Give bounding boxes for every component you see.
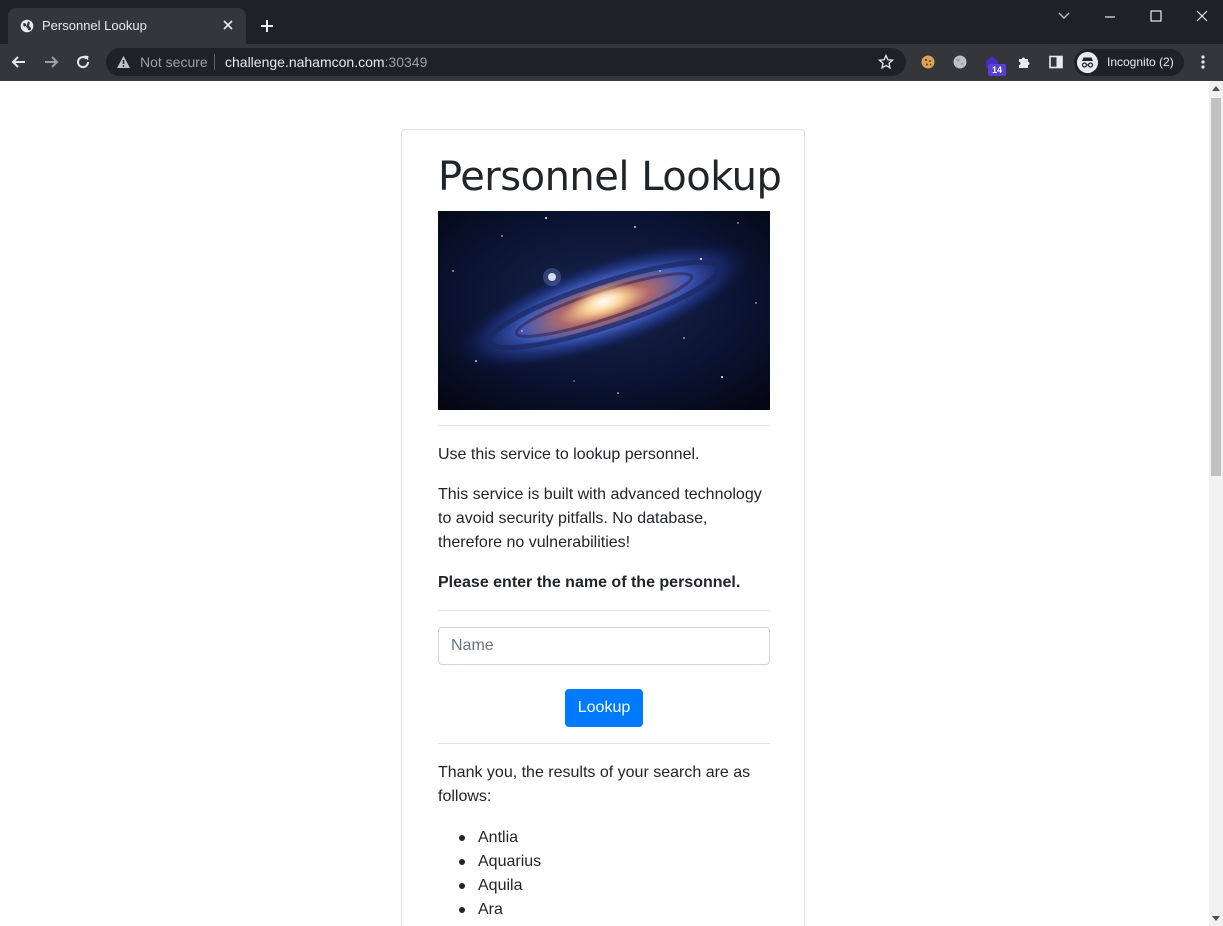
list-item: Antlia <box>438 826 770 850</box>
url-port: :30349 <box>384 54 428 70</box>
prompt-text: Please enter the name of the personnel. <box>438 574 741 591</box>
result-name: Aquila <box>478 877 523 894</box>
profile-label: Incognito (2) <box>1107 55 1174 69</box>
url-text[interactable]: challenge.nahamcon.com:30349 <box>225 54 427 70</box>
name-input[interactable] <box>438 627 770 665</box>
omnibox-divider <box>214 54 215 70</box>
scroll-up-arrow[interactable] <box>1212 86 1220 91</box>
warning-icon[interactable] <box>116 55 131 69</box>
page-viewport: Personnel Lookup Use this service to loo… <box>0 81 1209 926</box>
reload-icon[interactable] <box>74 53 92 71</box>
extension-badge: 14 <box>988 64 1006 76</box>
divider <box>438 743 770 744</box>
list-item: Ara <box>438 898 770 922</box>
page-title: Personnel Lookup <box>438 154 782 200</box>
intro-text: Use this service to lookup personnel. <box>438 446 700 463</box>
bullet <box>459 859 465 865</box>
lookup-card: Personnel Lookup Use this service to loo… <box>401 129 805 926</box>
result-name: Aquarius <box>478 853 542 870</box>
results-list: Antlia Aquarius Aquila Ara <box>438 826 770 922</box>
galaxy-image <box>438 211 770 410</box>
tab-title: Personnel Lookup <box>42 18 147 33</box>
divider <box>438 610 770 611</box>
minimize-icon[interactable] <box>1102 9 1118 25</box>
window-close-icon[interactable] <box>1194 8 1210 24</box>
globe-icon <box>20 19 34 33</box>
scrollbar-thumb[interactable] <box>1211 98 1221 476</box>
security-status[interactable]: Not secure <box>140 54 208 70</box>
back-arrow-icon[interactable] <box>10 53 28 71</box>
tab-strip: Personnel Lookup <box>0 0 1223 44</box>
browser-toolbar: Not secure challenge.nahamcon.com:30349 … <box>0 44 1223 81</box>
list-item: Aquila <box>438 874 770 898</box>
side-panel-icon[interactable] <box>1048 54 1064 70</box>
results-intro: Thank you, the results of your search ar… <box>438 764 751 805</box>
close-icon[interactable] <box>220 17 236 33</box>
scroll-down-arrow[interactable] <box>1212 916 1220 921</box>
bullet <box>459 907 465 913</box>
url-host: challenge.nahamcon.com <box>225 54 385 70</box>
profile-button[interactable]: Incognito (2) <box>1074 49 1184 76</box>
star-icon[interactable] <box>878 54 894 70</box>
moon-icon[interactable] <box>952 54 968 70</box>
result-name: Ara <box>478 901 503 918</box>
list-item: Aquarius <box>438 850 770 874</box>
result-name: Antlia <box>478 829 519 846</box>
puzzle-icon[interactable] <box>1016 54 1032 70</box>
divider <box>438 425 770 426</box>
incognito-icon <box>1077 52 1098 73</box>
description-text: This service is built with advanced tech… <box>438 486 762 551</box>
browser-tab[interactable]: Personnel Lookup <box>8 8 246 44</box>
address-bar[interactable]: Not secure challenge.nahamcon.com:30349 <box>106 48 906 76</box>
chevron-down-icon[interactable] <box>1056 9 1072 23</box>
bullet <box>459 883 465 889</box>
cookie-icon[interactable] <box>920 54 936 70</box>
lookup-button[interactable]: Lookup <box>565 689 643 727</box>
kebab-menu-icon[interactable] <box>1198 53 1208 71</box>
plus-icon[interactable] <box>258 17 276 35</box>
forward-arrow-icon[interactable] <box>42 53 60 71</box>
page-scrollbar[interactable] <box>1209 81 1223 926</box>
bullet <box>459 835 465 841</box>
maximize-icon[interactable] <box>1148 8 1164 24</box>
